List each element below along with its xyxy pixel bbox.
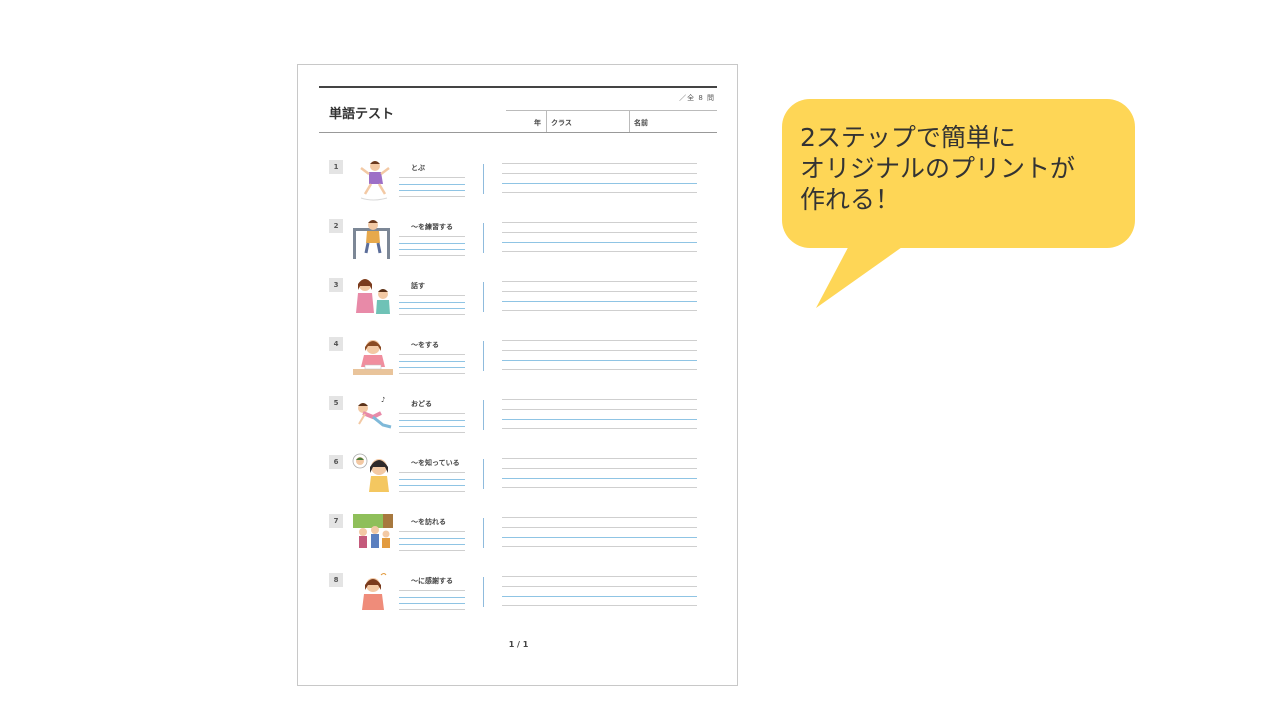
page-number: 1 / 1 <box>508 640 529 649</box>
header-divider <box>546 110 547 132</box>
name-label: 名前 <box>634 119 648 127</box>
question-item: 1 とぶ <box>329 160 699 210</box>
question-item: 6 ～を知っている <box>329 453 699 505</box>
family-visiting-illustration <box>353 514 393 548</box>
question-item: 5 ♪ おどる <box>329 396 699 446</box>
header-divider <box>629 110 630 132</box>
writing-lines <box>502 281 697 311</box>
question-number: 7 <box>329 514 343 528</box>
svg-text:♪: ♪ <box>381 396 385 404</box>
question-number: 5 <box>329 396 343 410</box>
question-number: 3 <box>329 278 343 292</box>
question-item: 8 ～に感謝する <box>329 573 699 623</box>
child-on-bar-illustration <box>353 220 390 259</box>
writing-lines <box>502 576 697 606</box>
callout-line: 2ステップで簡単に <box>800 123 1016 152</box>
top-rule <box>319 86 717 88</box>
writing-lines <box>502 458 697 488</box>
girl-thanking-illustration <box>362 573 387 610</box>
writing-lines <box>502 399 697 429</box>
question-number: 2 <box>329 219 343 233</box>
word-label: ～を知っている <box>411 459 460 467</box>
short-answer-lines <box>399 352 465 374</box>
callout-line: 作れる！ <box>800 185 901 214</box>
question-number: 4 <box>329 337 343 351</box>
year-label: 年 <box>534 119 541 127</box>
girl-thinking-illustration <box>352 453 389 492</box>
word-label: とぶ <box>411 164 425 172</box>
divider-bar <box>483 282 484 312</box>
short-answer-lines <box>399 234 465 256</box>
writing-lines <box>502 222 697 252</box>
writing-lines <box>502 517 697 547</box>
worksheet-page: ／全 8 問 単語テスト 年 クラス 名前 1 とぶ 2 ～を練習する 3 話す… <box>297 64 738 686</box>
writing-lines <box>502 163 697 193</box>
question-number: 1 <box>329 160 343 174</box>
writing-lines <box>502 340 697 370</box>
word-label: ～に感謝する <box>411 577 453 585</box>
children-talking-illustration <box>356 279 390 314</box>
callout-line: オリジナルのプリントが <box>800 154 1076 183</box>
divider-bar <box>483 164 484 194</box>
word-label: ～を訪れる <box>411 518 446 526</box>
speech-bubble-tail <box>816 240 912 308</box>
short-answer-lines <box>399 470 465 492</box>
divider-bar <box>483 459 484 489</box>
question-item: 2 ～を練習する <box>329 219 699 269</box>
short-answer-lines <box>399 175 465 197</box>
class-label: クラス <box>551 119 572 127</box>
short-answer-lines <box>399 411 465 433</box>
short-answer-lines <box>399 293 465 315</box>
header-line-top <box>506 110 717 111</box>
header-line-bottom <box>319 132 717 133</box>
question-total: ／全 8 問 <box>679 94 715 102</box>
question-number: 6 <box>329 455 343 469</box>
word-label: おどる <box>411 400 432 408</box>
divider-bar <box>483 223 484 253</box>
word-label: 話す <box>411 282 425 290</box>
short-answer-lines <box>399 529 465 551</box>
question-item: 3 話す <box>329 278 699 328</box>
question-item: 7 ～を訪れる <box>329 514 699 564</box>
question-item: 4 ～をする <box>329 337 699 387</box>
callout-text: 2ステップで簡単に オリジナルのプリントが 作れる！ <box>800 122 1120 215</box>
word-label: ～をする <box>411 341 439 349</box>
divider-bar <box>483 577 484 607</box>
short-answer-lines <box>399 588 465 610</box>
word-label: ～を練習する <box>411 223 453 231</box>
question-number: 8 <box>329 573 343 587</box>
divider-bar <box>483 400 484 430</box>
divider-bar <box>483 518 484 548</box>
page-title: 単語テスト <box>329 107 395 122</box>
child-dancing-illustration: ♪ <box>358 396 392 429</box>
child-jumping-illustration <box>360 161 390 201</box>
divider-bar <box>483 341 484 371</box>
girl-studying-illustration <box>353 340 393 375</box>
